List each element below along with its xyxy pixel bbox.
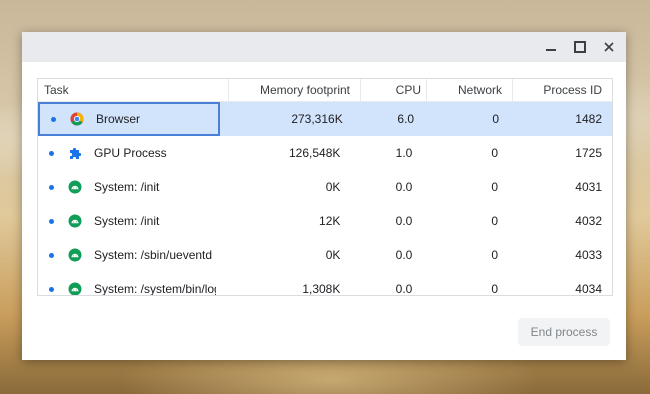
memory-cell: 1,308K	[302, 282, 341, 296]
cpu-cell: 0.0	[395, 180, 413, 194]
process-id-cell: 4034	[575, 282, 602, 296]
android-icon	[68, 282, 82, 295]
table-row[interactable]: System: /sbin/ueventd 0K 0.0 0 4033	[38, 238, 612, 272]
task-cell: System: /system/bin/log	[38, 272, 216, 296]
android-icon	[68, 180, 82, 194]
status-dot	[49, 286, 54, 292]
process-id-cell: 1482	[575, 112, 602, 126]
column-header-task[interactable]: Task	[38, 79, 228, 101]
chrome-icon	[70, 112, 84, 126]
task-name: GPU Process	[94, 146, 167, 160]
end-process-button[interactable]: End process	[518, 318, 610, 346]
task-name: System: /sbin/ueventd	[94, 248, 213, 262]
task-cell: System: /init	[38, 204, 216, 238]
puzzle-icon	[68, 146, 82, 160]
task-cell: System: /init	[38, 170, 216, 204]
table-row[interactable]: System: /init 0K 0.0 0 4031	[38, 170, 612, 204]
memory-cell: 12K	[319, 214, 341, 228]
network-cell: 0	[491, 282, 499, 296]
task-name: System: /init	[94, 214, 160, 228]
process-id-cell: 4032	[575, 214, 602, 228]
process-id-cell: 4031	[575, 180, 602, 194]
table-row[interactable]: System: /system/bin/log 1,308K 0.0 0 4034	[38, 272, 612, 296]
title-bar	[22, 32, 626, 62]
table-header: Task Memory footprint CPU Network Proces…	[38, 79, 612, 102]
column-header-memory[interactable]: Memory footprint	[228, 79, 360, 101]
cpu-cell: 6.0	[397, 112, 415, 126]
table-row[interactable]: Browser 273,316K 6.0 0 1482	[38, 102, 612, 136]
network-cell: 0	[491, 180, 499, 194]
memory-cell: 0K	[325, 248, 341, 262]
minimize-icon	[546, 49, 556, 51]
network-cell: 0	[491, 146, 499, 160]
android-icon	[68, 248, 82, 262]
close-button[interactable]	[600, 38, 618, 56]
maximize-button[interactable]	[571, 38, 589, 56]
task-name: Browser	[96, 112, 141, 126]
table-body: Browser 273,316K 6.0 0 1482 GPU Process 126,54…	[38, 102, 612, 296]
status-dot	[49, 184, 54, 190]
network-cell: 0	[491, 248, 499, 262]
status-dot	[49, 252, 54, 258]
task-name: System: /system/bin/log	[94, 282, 216, 296]
minimize-button[interactable]	[542, 38, 560, 56]
task-cell: System: /sbin/ueventd	[38, 238, 216, 272]
android-icon	[68, 214, 82, 228]
task-cell: GPU Process	[38, 136, 216, 170]
memory-cell: 0K	[325, 180, 341, 194]
network-cell: 0	[492, 112, 500, 126]
column-header-process-id[interactable]: Process ID	[512, 79, 612, 101]
process-id-cell: 1725	[575, 146, 602, 160]
network-cell: 0	[491, 214, 499, 228]
cpu-cell: 0.0	[395, 282, 413, 296]
memory-cell: 273,316K	[291, 112, 343, 126]
task-manager-window: Task Memory footprint CPU Network Proces…	[22, 32, 626, 360]
cpu-cell: 0.0	[395, 248, 413, 262]
cpu-cell: 0.0	[395, 214, 413, 228]
maximize-icon	[574, 41, 586, 53]
process-id-cell: 4033	[575, 248, 602, 262]
status-dot	[49, 150, 54, 156]
table-row[interactable]: GPU Process 126,548K 1.0 0 1725	[38, 136, 612, 170]
close-icon	[604, 42, 614, 52]
task-name: System: /init	[94, 180, 160, 194]
status-dot	[49, 218, 54, 224]
cpu-cell: 1.0	[395, 146, 413, 160]
column-header-cpu[interactable]: CPU	[360, 79, 426, 101]
task-cell: Browser	[38, 102, 220, 136]
column-header-network[interactable]: Network	[426, 79, 512, 101]
status-dot	[51, 116, 56, 122]
process-table: Task Memory footprint CPU Network Proces…	[37, 78, 613, 296]
memory-cell: 126,548K	[288, 146, 341, 160]
table-row[interactable]: System: /init 12K 0.0 0 4032	[38, 204, 612, 238]
